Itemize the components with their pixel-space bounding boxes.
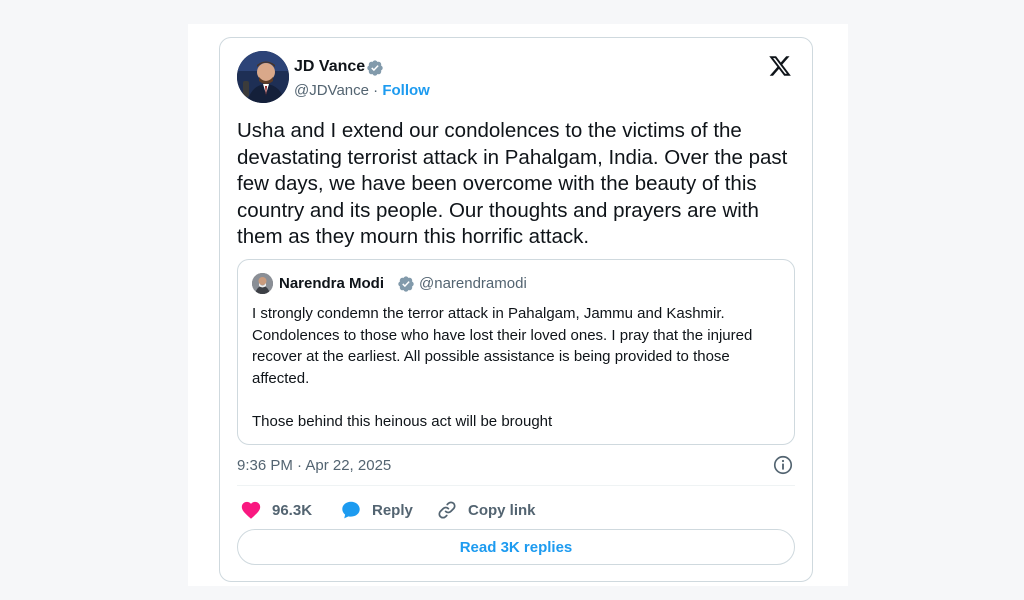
tweet-timestamp[interactable]: 9:36 PM · Apr 22, 2025 <box>237 457 391 474</box>
divider <box>237 485 795 486</box>
author-avatar[interactable] <box>237 51 289 103</box>
x-logo-icon[interactable] <box>768 54 792 78</box>
author-photo <box>237 51 289 103</box>
quoted-author-avatar <box>252 273 273 294</box>
quoted-author-handle: @narendramodi <box>419 275 527 292</box>
link-icon <box>438 501 456 519</box>
quoted-tweet[interactable]: Narendra Modi @narendramodi I strongly c… <box>237 259 795 445</box>
handle-separator: · <box>373 82 379 99</box>
info-icon[interactable] <box>772 454 794 476</box>
reply-label: Reply <box>372 501 413 519</box>
copy-link-button[interactable]: Copy link <box>436 498 536 522</box>
read-replies-button[interactable]: Read 3K replies <box>237 529 795 565</box>
copy-link-label: Copy link <box>468 501 536 519</box>
reply-bubble-icon <box>342 501 360 519</box>
tweet-body: Usha and I extend our condolences to the… <box>237 119 788 248</box>
like-count: 96.3K <box>272 501 313 519</box>
reply-button[interactable]: Reply <box>340 498 413 522</box>
quoted-author-name: Narendra Modi <box>279 275 385 292</box>
author-handle[interactable]: @JDVance <box>294 82 369 99</box>
author-handle-line: @JDVance · Follow <box>294 82 430 99</box>
heart-icon <box>241 501 261 519</box>
quoted-tweet-body: I strongly condemn the terror attack in … <box>252 305 753 430</box>
author-name[interactable]: JD Vance <box>294 58 365 76</box>
verified-badge-icon <box>367 60 383 76</box>
quoted-author-photo <box>252 273 273 294</box>
like-button[interactable]: 96.3K <box>240 498 312 522</box>
quoted-verified-badge-icon <box>398 276 414 292</box>
tweet-card: JD Vance @JDVance · Follow Usha and I ex… <box>219 37 813 582</box>
follow-button[interactable]: Follow <box>382 82 430 99</box>
